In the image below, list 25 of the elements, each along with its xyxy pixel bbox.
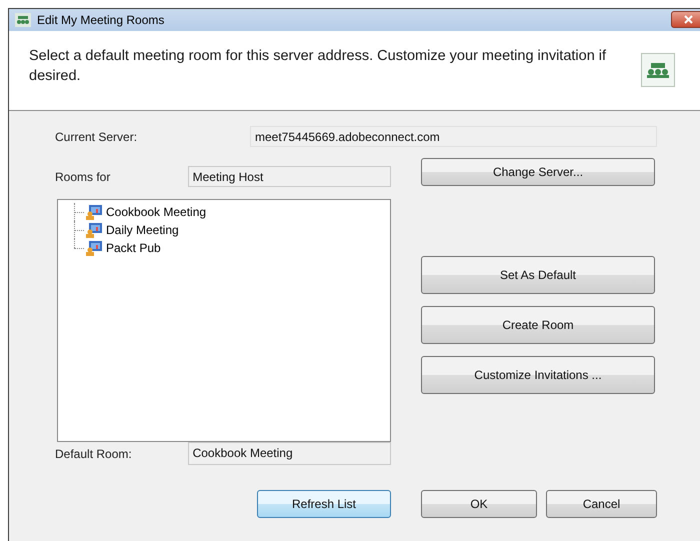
server-field[interactable]: meet75445669.adobeconnect.com (250, 126, 657, 147)
default-room-field[interactable]: Cookbook Meeting (188, 442, 391, 465)
dialog-button[interactable]: Refresh List (257, 490, 391, 518)
dialog-button[interactable]: Cancel (546, 490, 657, 518)
window-title: Edit My Meeting Rooms (37, 13, 164, 27)
rooms-for-field[interactable]: Meeting Host (188, 166, 391, 187)
people-icon (15, 13, 31, 27)
room-icon (86, 204, 102, 220)
action-button[interactable]: Set As Default (421, 256, 655, 294)
rooms-for-label: Rooms for (55, 170, 112, 184)
close-icon (684, 15, 693, 24)
instruction-text: Select a default meeting room for this server address. Customize your meeting invitation if desired. (29, 47, 608, 86)
current-server-label: Current Server: (55, 130, 138, 144)
action-button[interactable]: Create Room (421, 306, 655, 344)
action-button[interactable]: Change Server... (421, 158, 655, 186)
room-item[interactable]: Cookbook Meeting (106, 205, 206, 219)
room-item[interactable]: Packt Pub (106, 241, 161, 255)
default-room-label: Default Room: (55, 446, 133, 460)
room-icon (86, 222, 102, 238)
dialog-button[interactable]: OK (421, 490, 537, 518)
room-item[interactable]: Daily Meeting (106, 223, 179, 237)
close-button[interactable] (671, 11, 700, 28)
room-icon (86, 240, 102, 256)
action-button[interactable]: Customize Invitations ... (421, 356, 655, 394)
people-icon (641, 53, 675, 87)
